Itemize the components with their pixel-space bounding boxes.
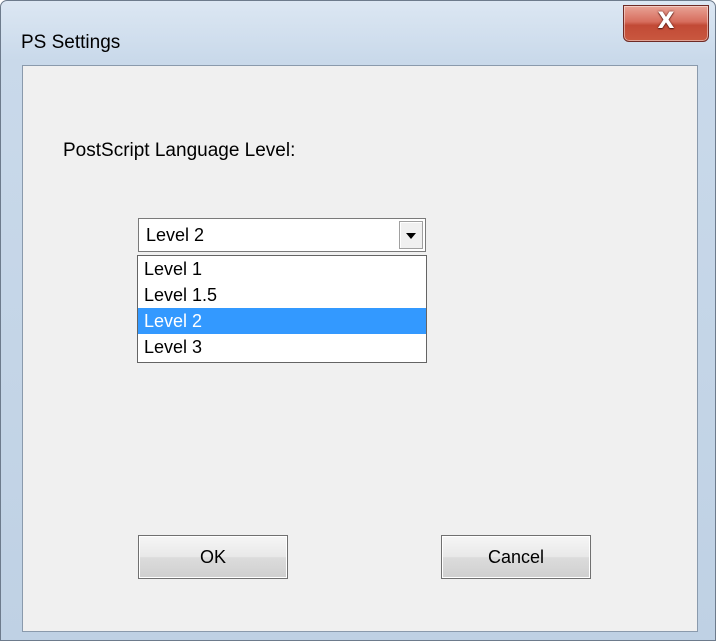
dialog-client-area: PostScript Language Level: Level 2 Level… — [22, 65, 698, 632]
dropdown-option-level-2[interactable]: Level 2 — [138, 308, 426, 334]
dropdown-option-level-1[interactable]: Level 1 — [138, 256, 426, 282]
dialog-window: PS Settings X PostScript Language Level:… — [0, 0, 716, 641]
close-icon: X — [657, 9, 675, 34]
ok-button[interactable]: OK — [138, 535, 288, 579]
window-title: PS Settings — [21, 32, 121, 53]
chevron-down-icon[interactable] — [399, 221, 423, 249]
cancel-button[interactable]: Cancel — [441, 535, 591, 579]
dropdown-option-level-3[interactable]: Level 3 — [138, 334, 426, 360]
close-button[interactable]: X — [623, 5, 709, 42]
language-level-label: PostScript Language Level: — [63, 140, 296, 161]
language-level-combobox[interactable]: Level 2 — [138, 218, 426, 252]
title-bar[interactable]: PS Settings X — [1, 1, 715, 61]
language-level-dropdown-list: Level 1 Level 1.5 Level 2 Level 3 — [137, 255, 427, 363]
combobox-selected-value: Level 2 — [146, 225, 205, 245]
dropdown-option-level-1-5[interactable]: Level 1.5 — [138, 282, 426, 308]
